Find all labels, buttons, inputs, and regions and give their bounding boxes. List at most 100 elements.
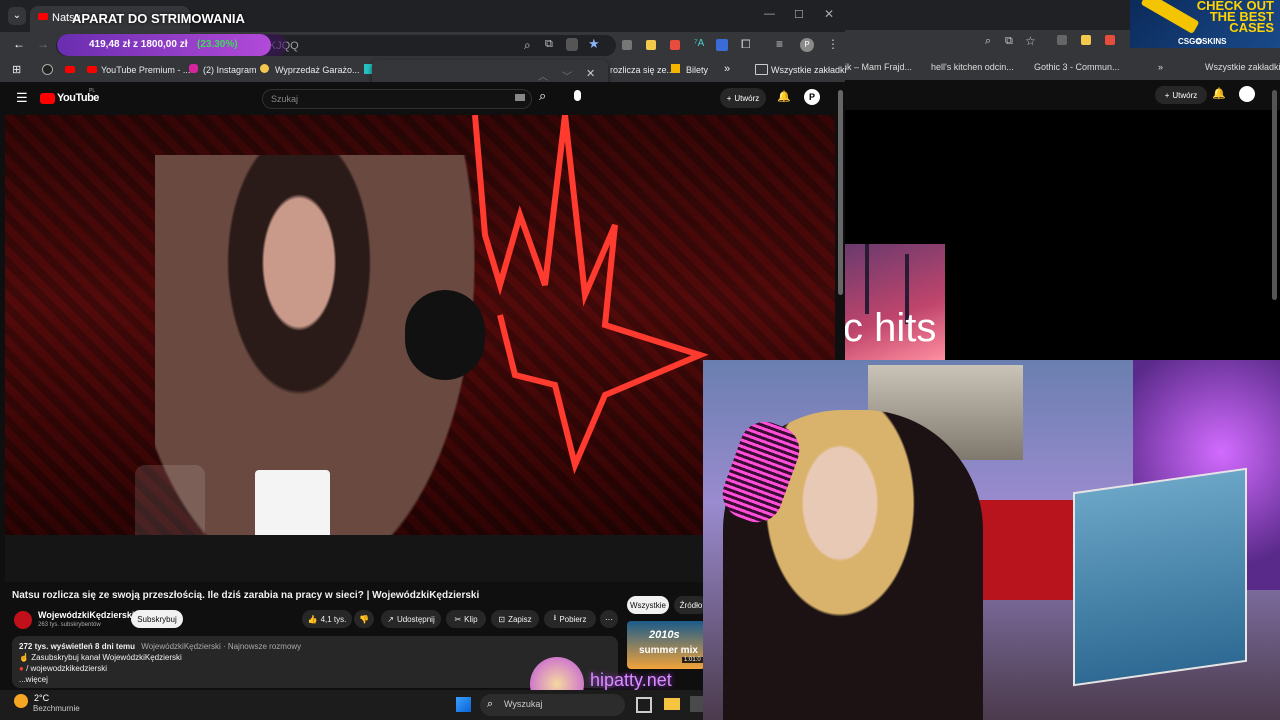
close-button[interactable]: ✕ [824,7,834,21]
taskbar-search[interactable]: ⌕ Wyszukaj [480,694,625,716]
microphone-icon[interactable] [574,90,581,101]
extension-icon[interactable] [1105,35,1115,45]
chevron-right-icon[interactable]: » [724,63,730,75]
media-control-icon[interactable]: ≡ [776,37,783,51]
weather-icon[interactable] [14,694,28,708]
zoom-icon[interactable]: ⌕ [985,35,991,48]
star-icon[interactable]: ☆ [1025,34,1036,48]
youtube-logo-icon[interactable] [40,93,55,104]
bookmark-item[interactable]: ik – Mam Frajd... [845,62,912,72]
install-icon[interactable]: ⧉ [1005,35,1013,48]
share-button[interactable]: ↗ Udostępnij [381,610,441,628]
minimize-button[interactable]: — [764,8,775,20]
description-link[interactable]: / wojewodzkikedzierski [26,664,107,673]
browser-app-icon[interactable] [690,696,703,712]
more-actions-button[interactable]: ⋯ [600,610,618,628]
scrollbar[interactable] [1272,90,1277,300]
webcam-feed [703,360,1280,720]
goal-target: z 1800,00 zł [133,39,188,50]
tab-search-button[interactable]: ⌄ [8,7,26,25]
clip-button[interactable]: ✂ Klip [446,610,486,628]
subscribe-button[interactable]: Subskrybuj [131,610,183,628]
task-view-icon[interactable] [636,697,652,713]
hamburger-menu-icon[interactable]: ☰ [16,90,28,106]
star-bookmark-icon[interactable]: ★ [588,36,600,52]
extension-icon[interactable] [1081,35,1091,45]
like-button[interactable]: 👍 4,1 tys. [302,610,352,628]
bookmark-item[interactable]: Wszystkie zakładki [1205,62,1280,72]
csgo-skins-ad[interactable]: CHECK OUT THE BEST CASES CSG✪SKINS [1130,0,1280,48]
search-placeholder: Szukaj [271,94,299,104]
dislike-button[interactable]: 👎 [354,610,374,628]
bookmark-item[interactable]: rozlicza się ze... [610,65,674,75]
channel-avatar[interactable] [14,611,32,629]
youtube-favicon-icon[interactable] [65,66,75,73]
avatar[interactable]: P [804,89,820,105]
palm-tree-silhouette [865,244,869,314]
translate-extension-icon[interactable]: ⁷A [694,38,704,49]
back-arrow-icon[interactable]: ← [13,37,25,51]
extension-icon[interactable] [1057,35,1067,45]
channel-name[interactable]: WojewódzkiKędzierski [38,610,134,620]
bookmark-item[interactable]: hell's kitchen odcin... [931,62,1014,72]
like-count: 4,1 tys. [320,614,347,624]
bookmark-item[interactable]: (2) Instagram [203,65,257,75]
download-icon: ⭳ [553,613,557,622]
filter-chip-label: Źródło [679,600,703,610]
bookmark-item[interactable]: Wszystkie zakładki [771,65,847,75]
neon-logo [472,115,709,475]
file-explorer-icon[interactable] [664,698,680,710]
bell-icon[interactable]: 🔔 [1212,87,1226,100]
close-icon[interactable]: ✕ [586,67,595,80]
ad-logo: CSG✪SKINS [1178,37,1227,46]
extension-icon[interactable] [622,40,632,50]
bookmark-item[interactable]: Gothic 3 - Commun... [1034,62,1120,72]
more-dots-icon: ⋯ [605,614,613,624]
thumbs-up-icon: 👍 [307,614,318,624]
subscribe-label: Subskrybuj [137,614,177,624]
zoom-icon[interactable]: ⌕ [524,38,531,53]
bell-icon[interactable]: 🔔 [777,90,791,103]
views-line: 272 tys. wyświetleń 8 dni temu [19,642,136,651]
red-dot-icon: ● [19,664,24,673]
reader-mode-icon[interactable] [566,38,578,51]
save-button[interactable]: ⊡ Zapisz [491,610,539,628]
goal-current: 419,48 zł [89,39,131,50]
windows-start-icon[interactable] [456,697,471,712]
video-description[interactable]: 272 tys. wyświetleń 8 dni temu Wojewódzk… [12,636,618,688]
subscriber-count: 263 tys. subskrybentów [38,622,101,628]
bookmark-item[interactable]: Bilety [686,65,708,75]
install-app-icon[interactable]: ⧉ [545,38,553,51]
bookmark-item[interactable]: YouTube Premium - ... [101,65,190,75]
filter-chip-all[interactable]: Wszystkie [627,596,669,614]
recommended-video-thumbnail[interactable]: 2010s summer mix 1:01:0 [627,621,705,669]
apps-grid-icon[interactable]: ⊞ [12,63,21,76]
find-next-button[interactable]: ﹀ [562,68,572,83]
forward-arrow-icon[interactable]: → [37,37,49,51]
download-button[interactable]: ⭳ Pobierz [544,610,596,628]
profile-avatar[interactable]: P [800,38,814,52]
extension-icon[interactable] [646,40,656,50]
video-thumbnail[interactable]: c hits [845,244,945,360]
search-icon[interactable]: ⌕ [539,88,546,104]
extension-icon[interactable] [670,40,680,50]
avatar[interactable] [1239,86,1255,102]
bookmark-favicon-icon [671,64,680,73]
create-label: Utwórz [1172,90,1198,100]
extension-badge-icon[interactable] [716,39,728,51]
find-prev-button[interactable]: ︿ [538,68,548,83]
chevron-right-icon[interactable]: » [1158,62,1163,72]
extensions-puzzle-icon[interactable]: ⧠ [741,37,751,52]
menu-dots-icon[interactable]: ⋮ [827,37,839,51]
more-link[interactable]: ...więcej [19,675,48,684]
bookmark-item[interactable]: Wyprzedaż Garażo... [275,65,359,75]
keyboard-icon[interactable] [515,94,525,101]
thumbnail-text: summer mix [639,645,698,656]
temperature[interactable]: 2°C [34,693,49,703]
thumbnail-text: 2010s [649,629,680,641]
search-input[interactable]: Szukaj [262,89,532,109]
create-button[interactable]: + Utwórz [1155,86,1207,104]
scrollbar[interactable] [838,90,843,295]
create-button[interactable]: + Utwórz [720,88,766,108]
maximize-button[interactable]: ☐ [794,8,804,21]
